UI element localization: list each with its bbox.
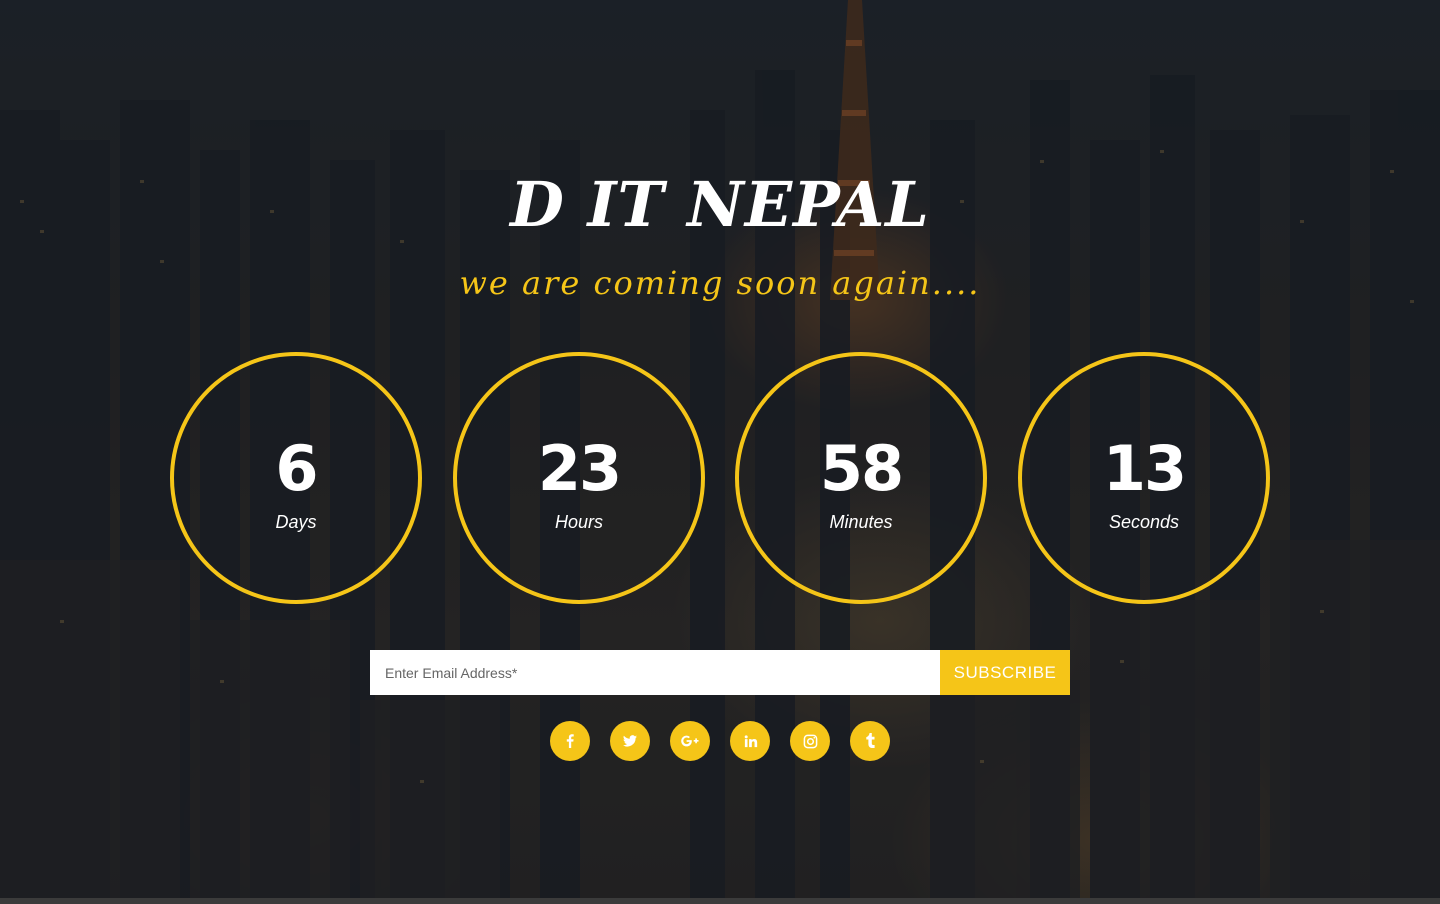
countdown-days-value: 6: [275, 432, 318, 505]
countdown-hours: 23 Hours: [453, 352, 705, 604]
google-plus-icon: [681, 735, 699, 747]
countdown-seconds-value: 13: [1102, 432, 1187, 505]
countdown-seconds-label: Seconds: [1108, 512, 1180, 532]
google-plus-link[interactable]: [670, 721, 710, 761]
countdown-hours-value: 23: [537, 432, 622, 505]
subscribe-form: SUBSCRIBE: [370, 650, 1070, 695]
linkedin-icon: [744, 734, 757, 747]
countdown-minutes: 58 Minutes: [735, 352, 987, 604]
tagline: we are coming soon again....: [459, 264, 981, 302]
subscribe-button[interactable]: SUBSCRIBE: [940, 650, 1070, 695]
tumblr-link[interactable]: [850, 721, 890, 761]
site-title: D IT NEPAL: [510, 168, 930, 241]
countdown-minutes-value: 58: [819, 432, 904, 505]
countdown-minutes-label: Minutes: [829, 512, 893, 532]
linkedin-link[interactable]: [730, 721, 770, 761]
email-input[interactable]: [370, 650, 940, 695]
coming-soon-content: D IT NEPAL we are coming soon again.... …: [0, 0, 1440, 904]
facebook-icon: [566, 734, 574, 748]
countdown-days-label: Days: [275, 512, 317, 532]
twitter-icon: [623, 735, 637, 747]
social-links: [550, 721, 890, 761]
countdown-hours-label: Hours: [554, 512, 603, 532]
instagram-link[interactable]: [790, 721, 830, 761]
tumblr-icon: [866, 733, 875, 748]
facebook-link[interactable]: [550, 721, 590, 761]
countdown-days: 6 Days: [170, 352, 422, 604]
instagram-icon: [803, 734, 817, 748]
twitter-link[interactable]: [610, 721, 650, 761]
countdown-seconds: 13 Seconds: [1018, 352, 1270, 604]
